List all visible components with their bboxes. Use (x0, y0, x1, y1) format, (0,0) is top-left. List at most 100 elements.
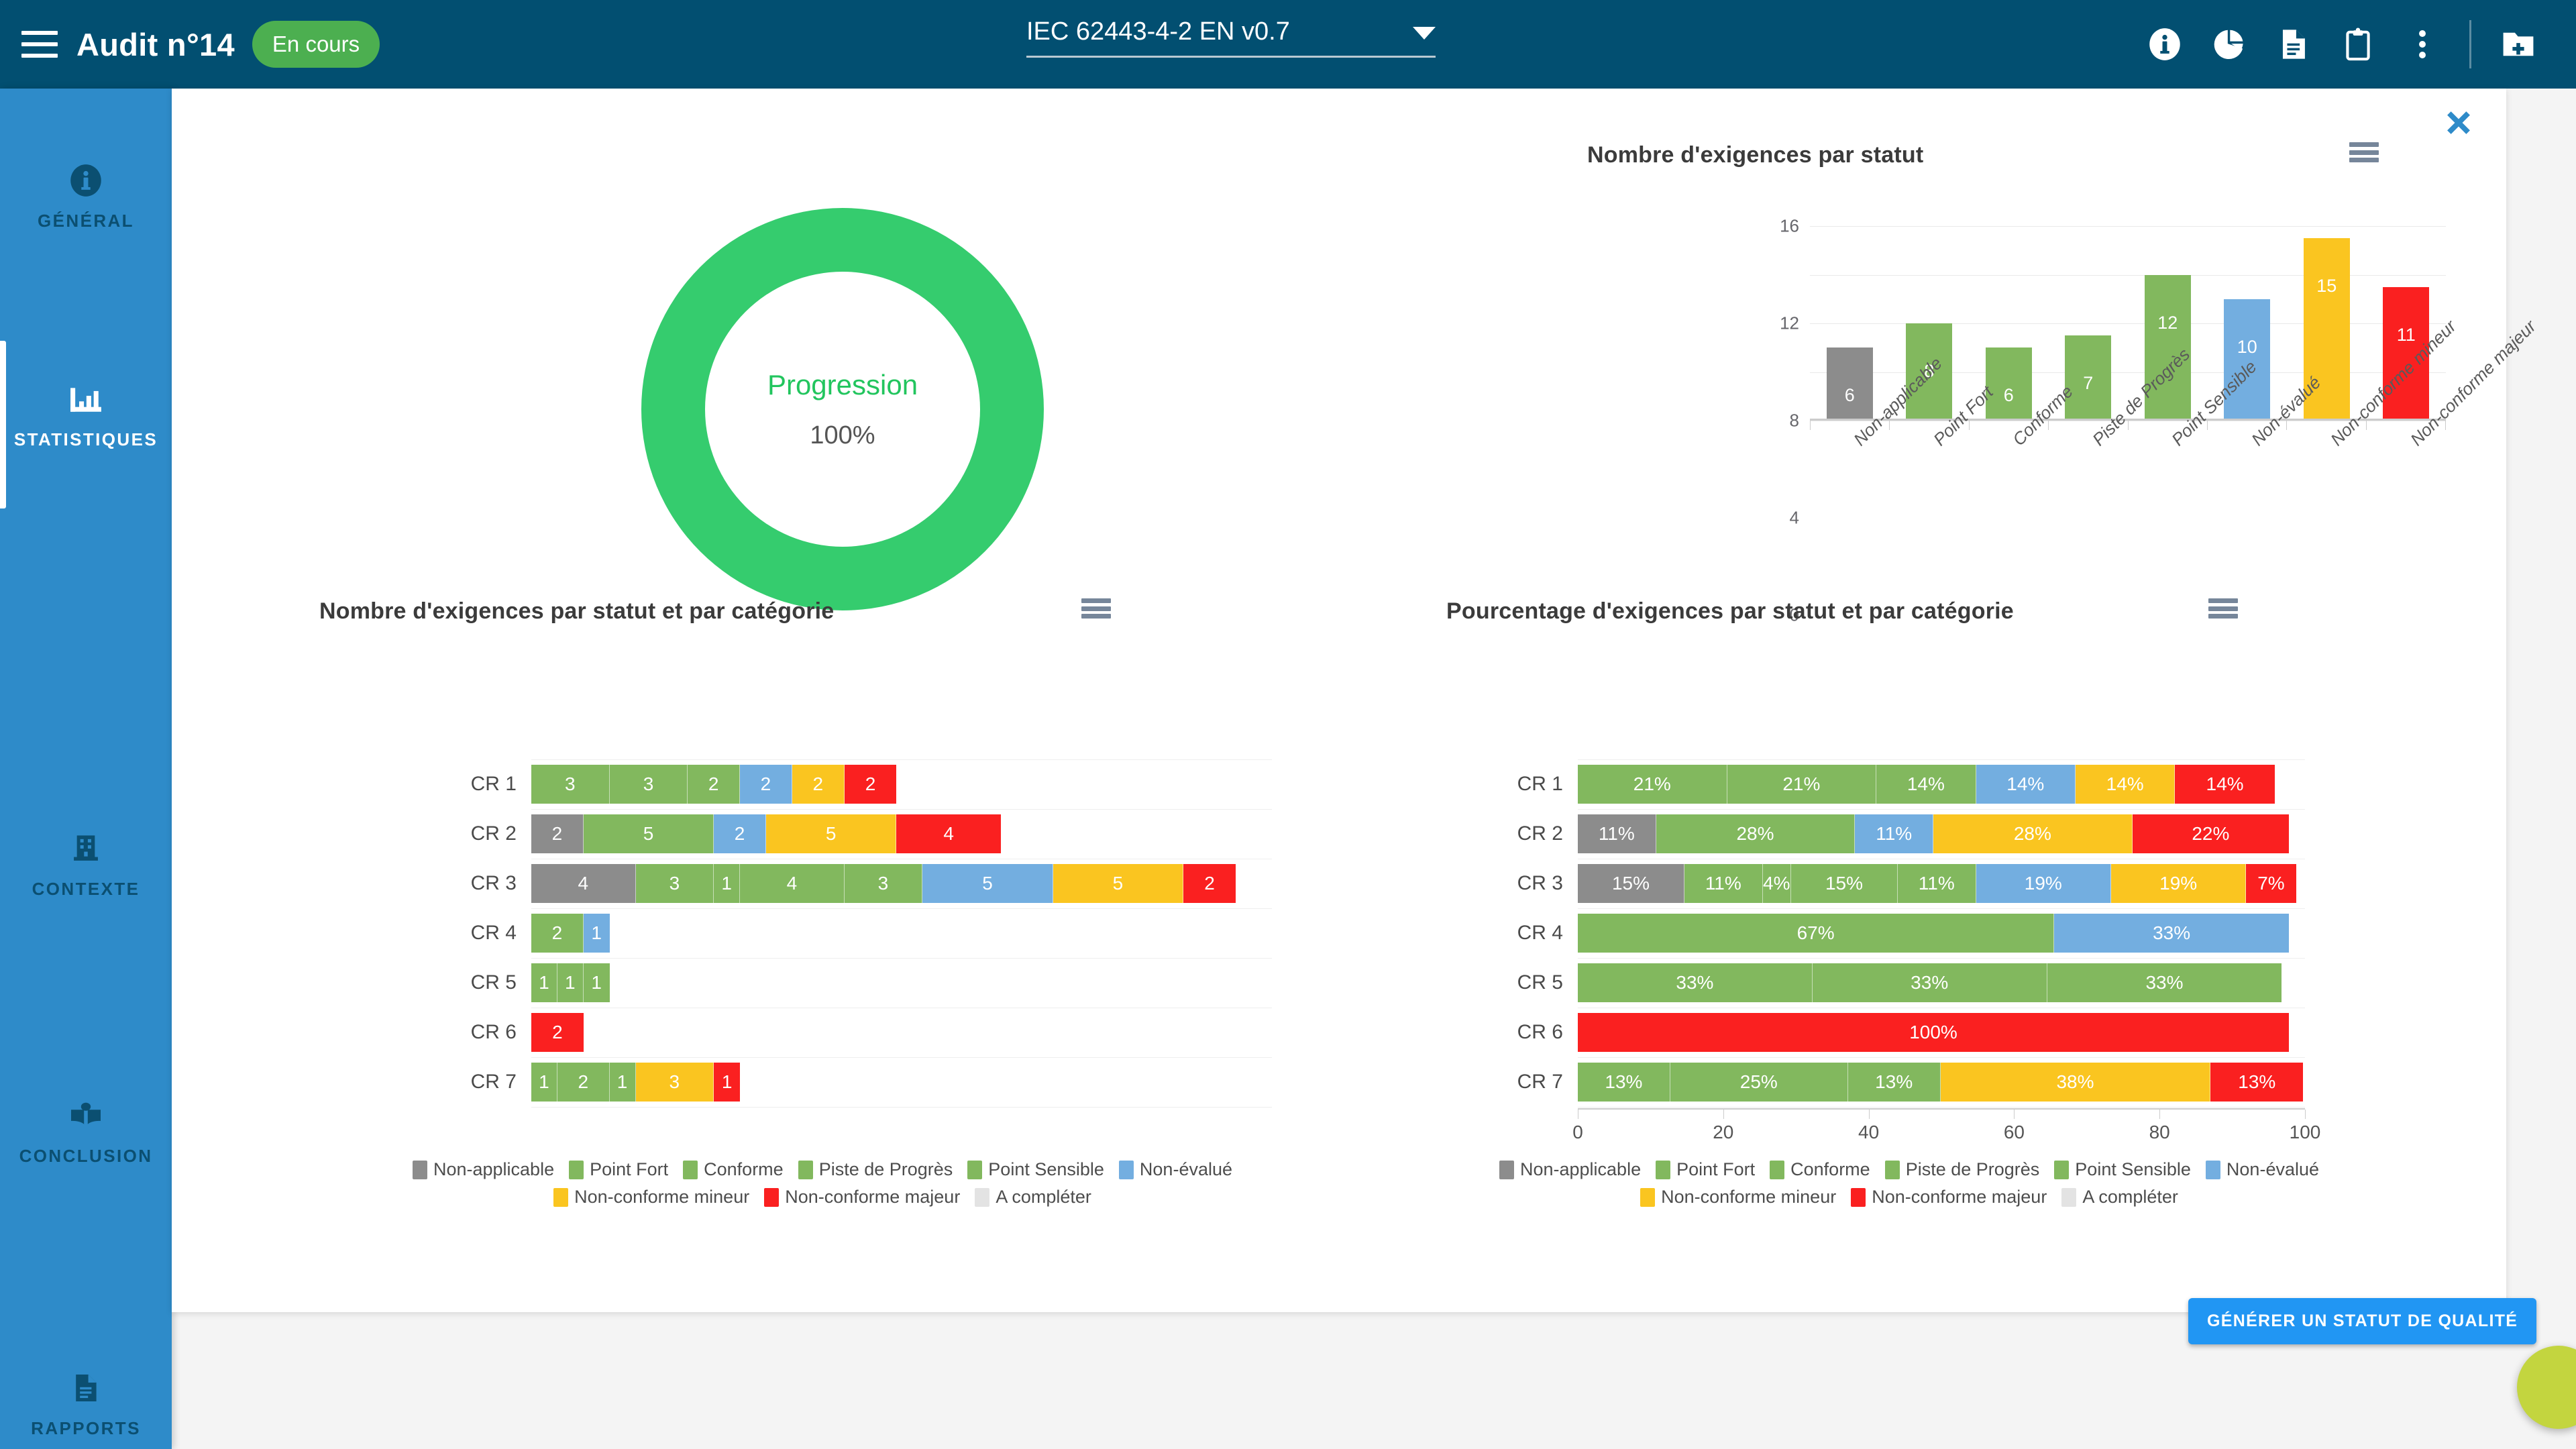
bar-segment[interactable]: 4 (896, 814, 1001, 853)
bar-segment[interactable]: 2 (714, 814, 766, 853)
bar-segment[interactable]: 5 (922, 864, 1053, 903)
legend-item[interactable]: A compléter (2061, 1187, 2178, 1208)
bar-segment[interactable]: 13% (2210, 1063, 2303, 1102)
bar-segment[interactable]: 1 (714, 1063, 740, 1102)
bar-segment[interactable]: 67% (1578, 914, 2054, 953)
bar-segment[interactable]: 3 (636, 864, 714, 903)
bar[interactable]: 6 (1986, 347, 2032, 421)
legend-item[interactable]: Conforme (683, 1159, 784, 1180)
bar-segment[interactable]: 3 (610, 765, 688, 804)
bar-segment[interactable]: 3 (845, 864, 923, 903)
bar-segment[interactable]: 11% (1898, 864, 1976, 903)
bar-segment[interactable]: 11% (1855, 814, 1933, 853)
bar-segment[interactable]: 11% (1578, 814, 1656, 853)
legend-item[interactable]: Non-conforme majeur (1851, 1187, 2047, 1208)
bar-segment[interactable]: 2 (531, 1013, 584, 1052)
legend-item[interactable]: Piste de Progrès (1885, 1159, 2040, 1180)
info-icon[interactable] (2133, 12, 2197, 76)
legend-item[interactable]: Non-évalué (1119, 1159, 1232, 1180)
bar-segment[interactable]: 14% (1876, 765, 1976, 804)
bar[interactable]: 6 (1827, 347, 1873, 421)
bar-segment[interactable]: 4 (531, 864, 636, 903)
legend-item[interactable]: Non-conforme majeur (764, 1187, 960, 1208)
bar-segment[interactable]: 11% (1684, 864, 1763, 903)
bar-segment[interactable]: 15% (1791, 864, 1898, 903)
bar-segment[interactable]: 2 (845, 765, 897, 804)
close-icon[interactable] (2439, 103, 2478, 142)
bar-segment[interactable]: 5 (1053, 864, 1183, 903)
bar-segment[interactable]: 33% (1813, 963, 2047, 1002)
legend-item[interactable]: Point Fort (1656, 1159, 1755, 1180)
bar-segment[interactable]: 28% (1656, 814, 1856, 853)
legend-item[interactable]: Non-conforme mineur (553, 1187, 749, 1208)
bar-segment[interactable]: 28% (1933, 814, 2133, 853)
legend-item[interactable]: Piste de Progrès (798, 1159, 953, 1180)
bar-segment[interactable]: 3 (531, 765, 610, 804)
bar[interactable]: 7 (2065, 335, 2111, 421)
bar-segment[interactable]: 2 (531, 914, 584, 953)
pie-chart-icon[interactable] (2197, 12, 2261, 76)
legend-item[interactable]: Point Sensible (2054, 1159, 2191, 1180)
legend-item[interactable]: A compléter (975, 1187, 1091, 1208)
add-folder-icon[interactable] (2486, 12, 2551, 76)
bar-segment[interactable]: 1 (584, 914, 610, 953)
status-badge[interactable]: En cours (252, 21, 380, 68)
bar-segment[interactable]: 4% (1763, 864, 1791, 903)
sidebar-item-conclusion[interactable]: CONCLUSION (0, 1092, 172, 1167)
bar-segment[interactable]: 2 (531, 814, 584, 853)
legend-item[interactable]: Point Sensible (967, 1159, 1104, 1180)
bar-segment[interactable]: 13% (1848, 1063, 1941, 1102)
chart-menu-icon[interactable] (2208, 598, 2238, 619)
bar-segment[interactable]: 1 (531, 963, 557, 1002)
bar-segment[interactable]: 19% (1976, 864, 2111, 903)
more-vert-icon[interactable] (2390, 12, 2455, 76)
bar-segment[interactable]: 14% (1976, 765, 2076, 804)
legend-item[interactable]: Non-évalué (2206, 1159, 2319, 1180)
standard-select[interactable]: IEC 62443-4-2 EN v0.7 (1026, 17, 1436, 58)
bar-segment[interactable]: 2 (1183, 864, 1236, 903)
bar-segment[interactable]: 19% (2111, 864, 2246, 903)
bar-segment[interactable]: 1 (714, 864, 740, 903)
generate-quality-status-button[interactable]: GÉNÉRER UN STATUT DE QUALITÉ (2188, 1298, 2536, 1344)
bar-segment[interactable]: 5 (584, 814, 714, 853)
bar-segment[interactable]: 1 (557, 963, 584, 1002)
sidebar-item-general[interactable]: GÉNÉRAL (0, 157, 172, 231)
bar-segment[interactable]: 2 (740, 765, 792, 804)
sidebar-item-rapports[interactable]: RAPPORTS (0, 1364, 172, 1439)
bar-segment[interactable]: 33% (2047, 963, 2282, 1002)
bar-segment[interactable]: 5 (766, 814, 896, 853)
legend-item[interactable]: Non-applicable (1499, 1159, 1641, 1180)
sidebar-item-contexte[interactable]: CONTEXTE (0, 825, 172, 900)
bar-segment[interactable]: 38% (1941, 1063, 2211, 1102)
bar-segment[interactable]: 15% (1578, 864, 1684, 903)
bar-segment[interactable]: 25% (1670, 1063, 1848, 1102)
bar-segment[interactable]: 33% (1578, 963, 1813, 1002)
bar-segment[interactable]: 13% (1578, 1063, 1670, 1102)
sidebar-item-statistiques[interactable]: STATISTIQUES (0, 376, 172, 450)
legend-item[interactable]: Conforme (1770, 1159, 1870, 1180)
legend-item[interactable]: Point Fort (569, 1159, 668, 1180)
clipboard-icon[interactable] (2326, 12, 2390, 76)
bar-segment[interactable]: 1 (584, 963, 610, 1002)
bar-segment[interactable]: 1 (531, 1063, 557, 1102)
bar-segment[interactable]: 2 (557, 1063, 610, 1102)
document-icon[interactable] (2261, 12, 2326, 76)
bar-segment[interactable]: 21% (1727, 765, 1877, 804)
bar-segment[interactable]: 2 (688, 765, 740, 804)
bar-segment[interactable]: 33% (2054, 914, 2289, 953)
bar-segment[interactable]: 100% (1578, 1013, 2289, 1052)
hamburger-icon[interactable] (21, 31, 58, 58)
bar-segment[interactable]: 22% (2133, 814, 2289, 853)
bar-segment[interactable]: 3 (636, 1063, 714, 1102)
legend-item[interactable]: Non-conforme mineur (1640, 1187, 1836, 1208)
bar-segment[interactable]: 7% (2246, 864, 2296, 903)
bar-segment[interactable]: 2 (792, 765, 845, 804)
legend-item[interactable]: Non-applicable (413, 1159, 554, 1180)
chart-menu-icon[interactable] (2349, 142, 2379, 162)
chart-menu-icon[interactable] (1081, 598, 1111, 619)
bar-segment[interactable]: 14% (2175, 765, 2274, 804)
bar-segment[interactable]: 1 (610, 1063, 636, 1102)
bar-segment[interactable]: 4 (740, 864, 845, 903)
bar-segment[interactable]: 14% (2076, 765, 2175, 804)
bar-segment[interactable]: 21% (1578, 765, 1727, 804)
